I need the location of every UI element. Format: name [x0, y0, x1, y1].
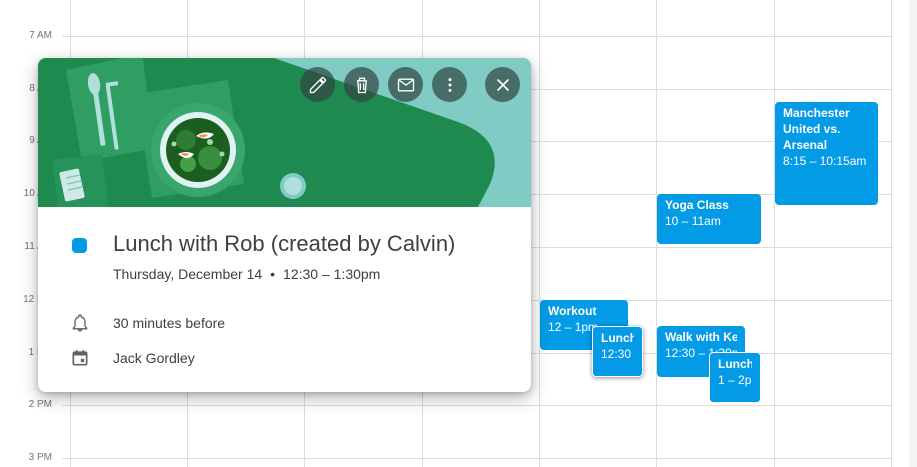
- event-title: Yoga Class: [665, 198, 729, 212]
- event-detail-popover: Lunch with Rob (created by Calvin) Thurs…: [38, 58, 531, 392]
- calendar-icon: [72, 350, 88, 366]
- hour-line: [62, 458, 893, 459]
- delete-event-button[interactable]: [344, 67, 379, 102]
- event-banner-illustration: [38, 58, 531, 207]
- separator-dot: •: [270, 266, 276, 282]
- edit-event-button[interactable]: [300, 67, 335, 102]
- event-title: Manchester United vs. Arsenal: [783, 106, 850, 152]
- edit-icon: [309, 76, 326, 93]
- event-time-range: 12:30 – 1:30pm: [283, 266, 381, 282]
- trash-icon: [356, 77, 367, 93]
- event-time: 1 – 2pm: [718, 373, 752, 387]
- event-yoga-class[interactable]: Yoga Class 10 – 11am: [657, 194, 761, 244]
- event-time: 12:30 – 1:30pm: [601, 347, 634, 361]
- event-lunch-with-rob-selected[interactable]: Lunch with Rob (created by Calvin) 12:30…: [592, 326, 643, 377]
- reminder-text: 30 minutes before: [113, 315, 226, 331]
- event-title: Lunch with Rob (created by Calvin): [601, 331, 634, 345]
- event-title: Lunch: [718, 357, 752, 371]
- day-column-divider: [774, 0, 775, 467]
- event-title-heading: Lunch with Rob (created by Calvin): [113, 231, 456, 256]
- time-label: 3 PM: [28, 452, 52, 463]
- event-time: 8:15 – 10:15am: [783, 154, 867, 168]
- day-column-divider: [539, 0, 540, 467]
- event-title: Workout: [548, 304, 597, 318]
- close-popover-button[interactable]: [485, 67, 520, 102]
- calendar-owner: Jack Gordley: [113, 350, 195, 366]
- event-manchester-united-vs-arsenal[interactable]: Manchester United vs. Arsenal 8:15 – 10:…: [775, 102, 878, 205]
- scrollbar[interactable]: [909, 0, 917, 467]
- more-options-button[interactable]: [432, 67, 467, 102]
- event-lunch[interactable]: Lunch 1 – 2pm: [709, 352, 761, 403]
- hour-line: [62, 36, 893, 37]
- day-column-divider: [891, 0, 892, 467]
- email-guests-button[interactable]: [388, 67, 423, 102]
- time-label: 2 PM: [28, 399, 52, 410]
- hour-line: [62, 405, 893, 406]
- mail-icon: [397, 78, 414, 91]
- event-time: 10 – 11am: [665, 214, 721, 228]
- close-icon: [496, 78, 509, 91]
- time-label: 7 AM: [29, 30, 52, 41]
- event-color-chip: [72, 238, 87, 253]
- event-date-time: Thursday, December 14 • 12:30 – 1:30pm: [113, 266, 380, 282]
- event-date: Thursday, December 14: [113, 266, 263, 282]
- event-title: Walk with Ken: [665, 330, 737, 344]
- more-vert-icon: [448, 77, 451, 92]
- bell-icon: [72, 314, 88, 332]
